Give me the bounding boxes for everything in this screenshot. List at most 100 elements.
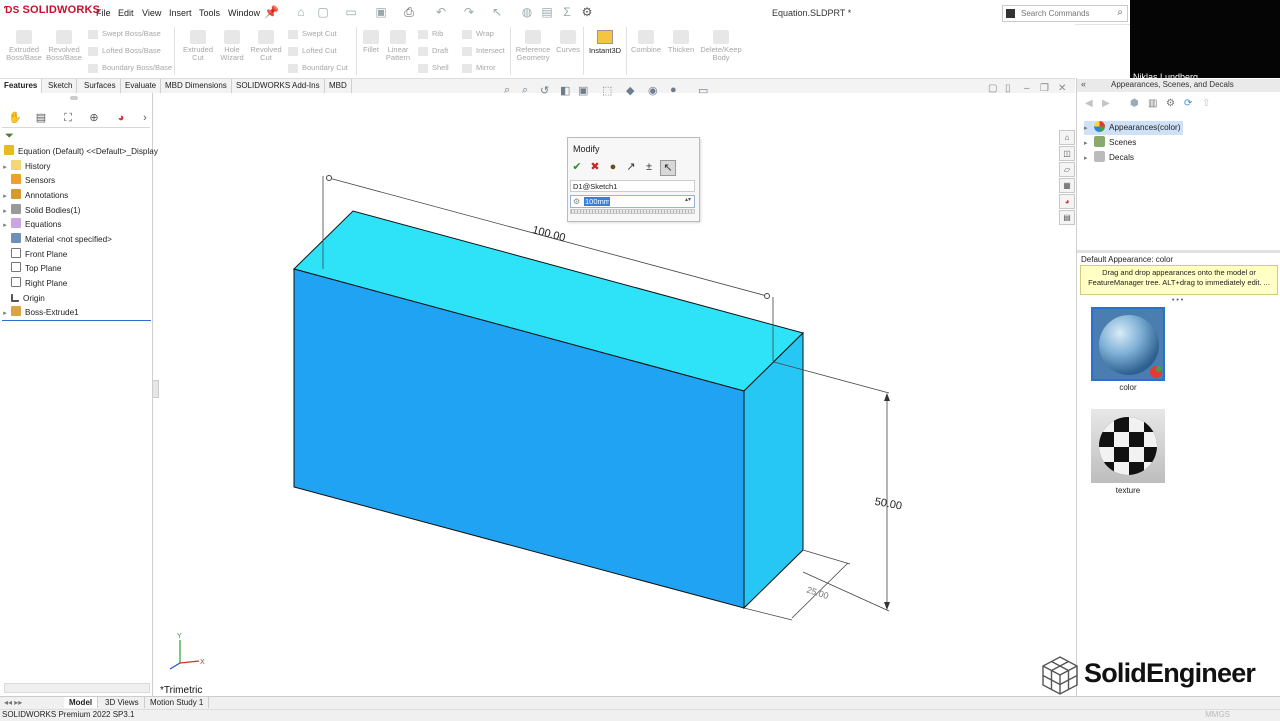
- tree-item-origin[interactable]: Origin: [0, 292, 45, 306]
- forward-icon[interactable]: ▶: [1102, 98, 1110, 109]
- thumbwheel[interactable]: [570, 209, 695, 214]
- tree-item-front-plane[interactable]: Front Plane: [0, 248, 67, 262]
- expand-arrow-icon[interactable]: ▸: [0, 219, 10, 233]
- tree-root-label: Equation (Default) <<Default>_Display: [18, 147, 158, 156]
- modify-dialog-title: Modify: [573, 144, 600, 154]
- tree-item-right-plane[interactable]: Right Plane: [0, 277, 67, 291]
- origin-icon: [11, 294, 19, 302]
- status-version: SOLIDWORKS Premium 2022 SP3.1: [2, 710, 135, 719]
- up-folder-icon[interactable]: ⇧: [1202, 98, 1210, 109]
- swatch-color[interactable]: [1091, 307, 1165, 381]
- tree-item-label: Top Plane: [25, 264, 62, 273]
- status-bar: SOLIDWORKS Premium 2022 SP3.1 MMGS: [0, 709, 1280, 721]
- tree-item-label: History: [25, 162, 51, 171]
- modify-dimension-dialog[interactable]: Modify ✔ ✖ ● ↗ ± ↖ D1@Sketch1 ⚙ ▴▾: [567, 137, 700, 222]
- featuremanager-tree-icon[interactable]: ✋: [7, 110, 23, 126]
- tree-decals[interactable]: ▸ Decals: [1084, 151, 1134, 165]
- equation-options-icon[interactable]: ⚙: [573, 197, 580, 206]
- tree-appearances-color[interactable]: ▸ Appearances(color): [1084, 121, 1184, 136]
- dim-depth-extension-2: [802, 549, 851, 565]
- panel-splitter-handle[interactable]: [152, 380, 159, 398]
- tree-scenes[interactable]: ▸ Scenes: [1084, 136, 1136, 150]
- expand-arrow-icon[interactable]: ▸: [0, 190, 10, 204]
- options-icon[interactable]: ⚙: [1166, 98, 1175, 109]
- annotations-icon: [11, 189, 21, 199]
- resources-icon[interactable]: ◫: [1059, 146, 1075, 161]
- dim-height-label[interactable]: 50.00: [874, 496, 903, 513]
- dimxpertmanager-icon[interactable]: ⊕: [86, 110, 102, 126]
- dimension-value-input[interactable]: [584, 197, 610, 206]
- tab-motion-study-1[interactable]: Motion Study 1: [145, 697, 210, 708]
- cancel-x-icon[interactable]: ✖: [588, 160, 602, 174]
- tree-item-label: Solid Bodies(1): [25, 206, 81, 215]
- more-dots-icon[interactable]: • • •: [1172, 297, 1183, 304]
- dim-height-arrow-top: [884, 393, 890, 401]
- reset-spin-increment-icon[interactable]: ±: [642, 160, 656, 174]
- tree-item-label: Annotations: [25, 191, 69, 200]
- expand-arrow-icon[interactable]: ▸: [1084, 152, 1094, 166]
- dim-length-arrow-left: [326, 175, 332, 181]
- tab-model[interactable]: Model: [64, 697, 99, 708]
- tree-item-boss-extrude1[interactable]: ▸ Boss-Extrude1: [0, 306, 79, 320]
- task-pane-title: Appearances, Scenes, and Decals: [1111, 80, 1234, 89]
- tree-item-history[interactable]: ▸ History: [0, 160, 50, 174]
- expand-arrow-icon[interactable]: ▸: [0, 161, 10, 175]
- part-icon: [4, 145, 14, 155]
- decals-icon: [1094, 151, 1105, 162]
- dimension-value-box[interactable]: ⚙ ▴▾: [570, 195, 695, 208]
- task-pane-header: « Appearances, Scenes, and Decals: [1077, 79, 1280, 92]
- modify-dialog-toolbar: ✔ ✖ ● ↗ ± ↖: [570, 159, 696, 176]
- accept-checkmark-icon[interactable]: ✔: [570, 160, 584, 174]
- file-explorer-icon[interactable]: ▦: [1059, 178, 1075, 193]
- expand-arrow-icon[interactable]: ▸: [1084, 137, 1094, 151]
- tree-item-label: Decals: [1109, 153, 1135, 162]
- expand-arrow-icon[interactable]: ▸: [0, 307, 10, 321]
- back-icon[interactable]: ◀: [1085, 98, 1093, 109]
- panel-collapse-handle[interactable]: [70, 96, 78, 100]
- scenes-icon: [1094, 136, 1105, 147]
- dimension-name-field[interactable]: D1@Sketch1: [570, 180, 695, 192]
- custom-properties-icon[interactable]: ▤: [1059, 210, 1075, 225]
- solid-bodies-icon: [11, 204, 21, 214]
- tree-item-equations[interactable]: ▸ Equations: [0, 218, 61, 232]
- tree-item-top-plane[interactable]: Top Plane: [0, 262, 61, 276]
- filter-icon[interactable]: ⏷: [5, 130, 14, 143]
- appearances-tab-icon[interactable]: ◕: [1059, 194, 1075, 209]
- expand-tabs-arrow-icon[interactable]: ›: [137, 110, 153, 126]
- tree-item-solid-bodies[interactable]: ▸ Solid Bodies(1): [0, 204, 81, 218]
- tab-3d-views[interactable]: 3D Views: [100, 697, 145, 708]
- equations-icon: [11, 218, 21, 228]
- dim-depth-extension-1: [743, 607, 793, 621]
- tree-root-part[interactable]: Equation (Default) <<Default>_Display: [0, 145, 158, 159]
- design-library-icon[interactable]: ▱: [1059, 162, 1075, 177]
- design-library-home-icon[interactable]: ⌂: [1059, 130, 1075, 145]
- expand-arrow-icon[interactable]: ▸: [0, 205, 10, 219]
- horizontal-scrollbar[interactable]: [4, 683, 150, 693]
- rollback-bar[interactable]: [2, 320, 151, 321]
- tree-item-label: Equations: [25, 220, 62, 229]
- status-units[interactable]: MMGS: [1205, 710, 1230, 719]
- tree-item-annotations[interactable]: ▸ Annotations: [0, 189, 68, 203]
- displaymanager-icon[interactable]: ◕: [113, 110, 129, 126]
- refresh-icon[interactable]: ⟳: [1184, 98, 1192, 109]
- swatch-texture[interactable]: [1091, 409, 1165, 483]
- spin-arrows-icon[interactable]: ▴▾: [685, 196, 691, 203]
- dim-depth-label[interactable]: 25.00: [805, 585, 830, 601]
- mark-dimension-icon[interactable]: ↖: [660, 160, 676, 176]
- tab-scroll-arrows-icon[interactable]: ◂◂ ▸▸: [4, 698, 22, 707]
- swatch-texture-label: texture: [1115, 486, 1141, 495]
- add-to-library-icon[interactable]: ⬢: [1130, 98, 1139, 109]
- tree-item-material[interactable]: Material <not specified>: [0, 233, 112, 247]
- propertymanager-icon[interactable]: ▤: [33, 110, 49, 126]
- triad-z-axis: [169, 662, 181, 670]
- collapse-pane-icon[interactable]: «: [1081, 79, 1086, 89]
- tree-item-sensors[interactable]: Sensors: [0, 174, 55, 188]
- rebuild-traffic-light-icon[interactable]: ●: [606, 160, 620, 174]
- plane-icon: [11, 248, 21, 258]
- reverse-sense-icon[interactable]: ↗: [624, 160, 638, 174]
- dim-length-label[interactable]: 100.00: [531, 224, 567, 244]
- task-pane-divider[interactable]: [1077, 250, 1280, 253]
- configurationmanager-icon[interactable]: ⛶: [60, 110, 76, 126]
- library-icon[interactable]: ▥: [1148, 98, 1157, 109]
- expand-arrow-icon[interactable]: ▸: [1084, 122, 1094, 136]
